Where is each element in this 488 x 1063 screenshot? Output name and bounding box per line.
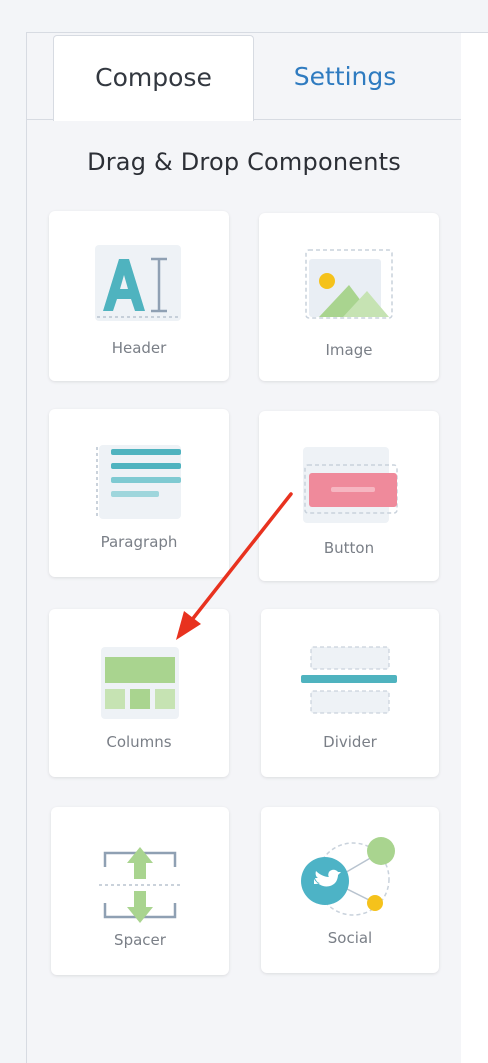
divider-icon [301, 646, 397, 714]
component-columns[interactable]: Columns [49, 609, 229, 777]
tab-settings[interactable]: Settings [255, 35, 435, 119]
component-header[interactable]: Header [49, 211, 229, 381]
component-spacer[interactable]: Spacer [51, 807, 229, 975]
component-image-label: Image [325, 341, 373, 359]
button-icon [303, 447, 398, 523]
component-button[interactable]: Button [259, 411, 439, 581]
paragraph-icon [96, 445, 181, 519]
component-social-label: Social [327, 929, 373, 947]
image-icon [305, 249, 393, 319]
component-spacer-label: Spacer [114, 931, 166, 949]
tab-bar: Compose Settings [27, 33, 461, 121]
component-image[interactable]: Image [259, 213, 439, 381]
component-divider-label: Divider [323, 733, 377, 751]
tab-compose[interactable]: Compose [53, 35, 254, 121]
text-icon [95, 245, 181, 321]
component-divider[interactable]: Divider [261, 609, 439, 777]
columns-icon [101, 647, 179, 719]
component-paragraph[interactable]: Paragraph [49, 409, 229, 577]
spacer-icon [99, 847, 181, 923]
component-social[interactable]: Social [261, 807, 439, 973]
component-button-label: Button [323, 539, 375, 557]
component-paragraph-label: Paragraph [100, 533, 178, 551]
components-sidebar: Compose Settings Drag & Drop Components … [26, 32, 462, 1063]
email-canvas[interactable] [461, 32, 488, 1063]
component-header-label: Header [111, 339, 167, 357]
section-heading: Drag & Drop Components [87, 148, 401, 176]
component-columns-label: Columns [106, 733, 172, 751]
social-icon [301, 837, 395, 916]
